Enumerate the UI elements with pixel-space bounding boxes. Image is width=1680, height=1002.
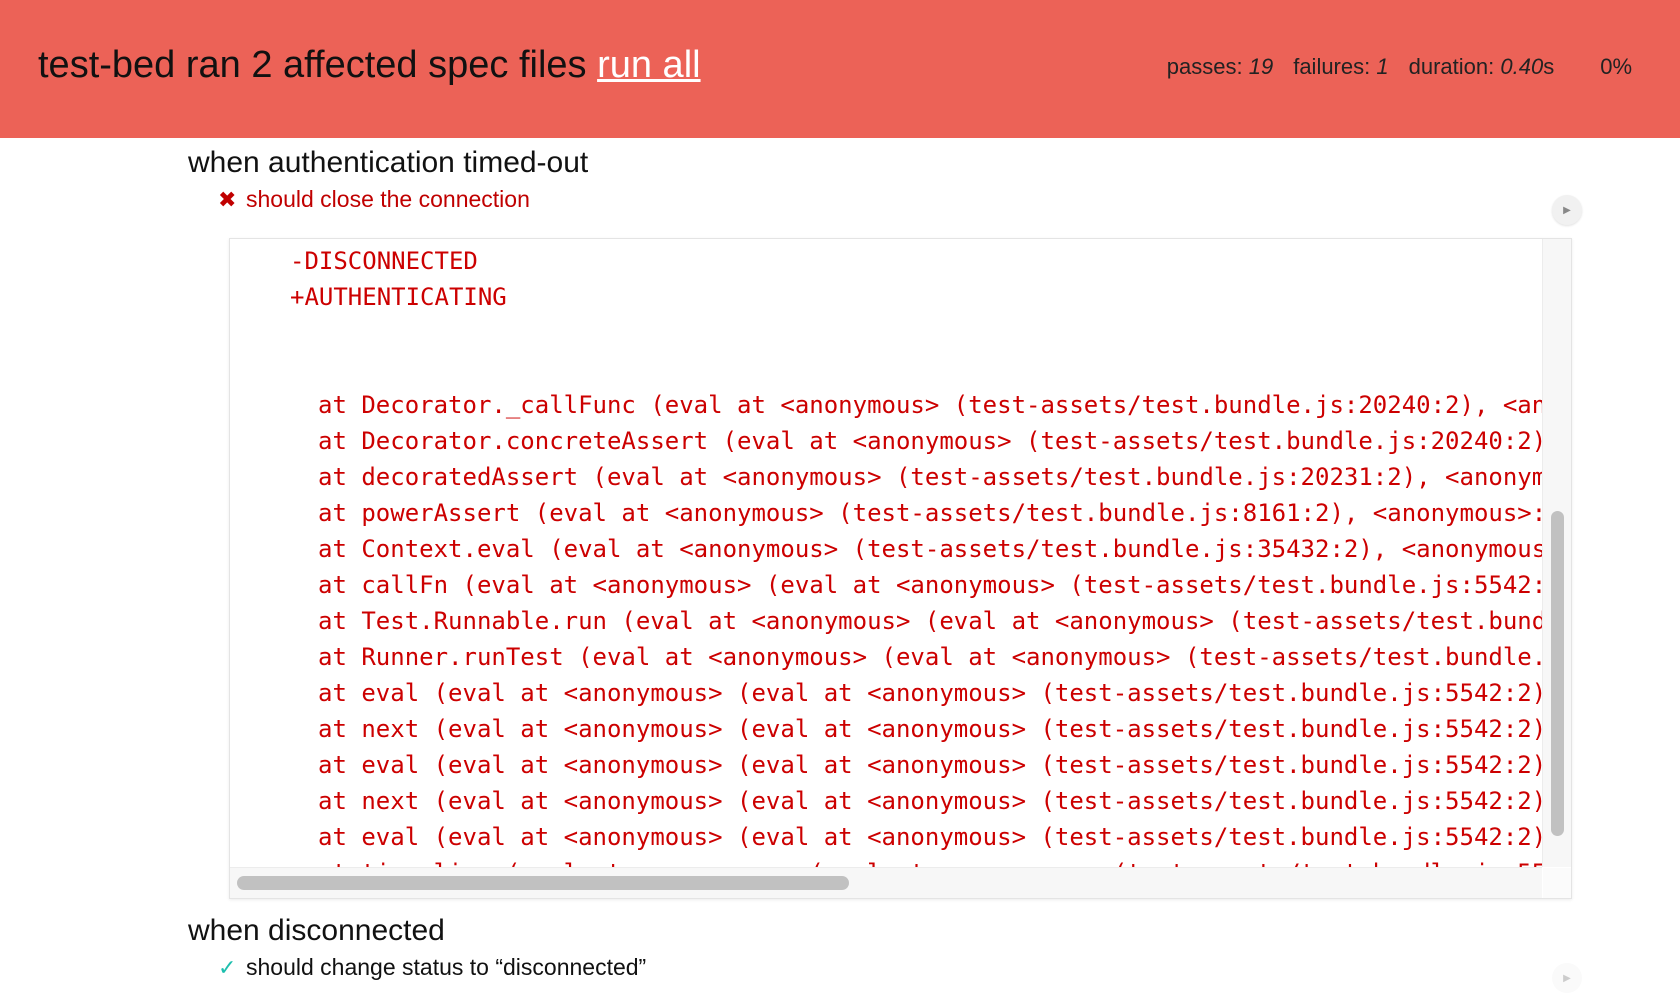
test-item-failed[interactable]: ✖ should close the connection: [218, 186, 530, 213]
fail-x-icon: ✖: [218, 186, 237, 212]
run-all-link[interactable]: run all: [597, 44, 701, 86]
stack-line: at eval (eval at <anonymous> (eval at <a…: [318, 679, 1542, 707]
stack-line: at next (eval at <anonymous> (eval at <a…: [318, 715, 1542, 743]
error-stack-content: -DISCONNECTED +AUTHENTICATING at Decorator…: [230, 239, 1542, 867]
stack-line: at next (eval at <anonymous> (eval at <a…: [318, 787, 1542, 815]
progress-percent: 0%: [1600, 54, 1632, 79]
failures-label: failures:: [1293, 54, 1371, 79]
passes-label: passes:: [1166, 54, 1243, 79]
suite-title: when disconnected: [188, 914, 445, 947]
vertical-scroll-thumb[interactable]: [1551, 511, 1564, 836]
vertical-scrollbar[interactable]: [1542, 239, 1571, 867]
stats-header: test-bed ran 2 affected spec files run a…: [0, 0, 1680, 138]
passes-count: 19: [1248, 54, 1274, 79]
error-stack-panel[interactable]: -DISCONNECTED +AUTHENTICATING at Decorator…: [229, 238, 1572, 899]
stack-line: at Decorator._callFunc (eval at <anonymo…: [318, 391, 1542, 419]
stack-line: at eval (eval at <anonymous> (eval at <a…: [318, 823, 1542, 851]
pass-check-icon: ✓: [218, 954, 237, 980]
error-stack-text: -DISCONNECTED +AUTHENTICATING at Decorator…: [230, 239, 1542, 867]
stack-line: at Runner.runTest (eval at <anonymous> (…: [318, 643, 1542, 671]
stack-line: at Test.Runnable.run (eval at <anonymous…: [318, 607, 1542, 635]
page-title: test-bed ran 2 affected spec files run a…: [38, 44, 701, 87]
horizontal-scrollbar[interactable]: [230, 867, 1542, 898]
stack-line: at callFn (eval at <anonymous> (eval at …: [318, 571, 1542, 599]
suite-title: when authentication timed-out: [188, 146, 589, 179]
scrollbar-corner: [1543, 868, 1571, 898]
duration-stat: duration: 0.40s: [1409, 54, 1555, 80]
failures-count: 1: [1376, 54, 1389, 79]
stack-line: at decoratedAssert (eval at <anonymous> …: [318, 463, 1542, 491]
test-title: should close the connection: [246, 186, 530, 212]
test-title: should change status to “disconnected”: [246, 954, 647, 980]
stack-line: at powerAssert (eval at <anonymous> (tes…: [318, 499, 1542, 527]
stack-line: at eval (eval at <anonymous> (eval at <a…: [318, 751, 1542, 779]
passes-stat: passes: 19: [1167, 54, 1273, 80]
diff-line-added: +AUTHENTICATING: [290, 283, 507, 311]
replay-play-icon[interactable]: ▶: [1552, 963, 1582, 993]
test-item-passed[interactable]: ✓ should change status to “disconnected”: [218, 954, 646, 981]
duration-unit: s: [1543, 54, 1555, 79]
diff-line-removed: -DISCONNECTED: [290, 247, 478, 275]
stack-line: at Context.eval (eval at <anonymous> (te…: [318, 535, 1542, 563]
stats: passes: 19 failures: 1 duration: 0.40s 0…: [1167, 54, 1632, 80]
stack-line: at Decorator.concreteAssert (eval at <an…: [318, 427, 1542, 455]
page-title-text: test-bed ran 2 affected spec files: [38, 44, 587, 86]
stack-line: at timeslice (eval at <anonymous> (eval …: [230, 855, 1542, 867]
horizontal-scroll-thumb[interactable]: [237, 876, 849, 890]
replay-play-icon[interactable]: ▶: [1552, 195, 1582, 225]
duration-value: 0.40: [1500, 54, 1544, 79]
duration-label: duration:: [1408, 54, 1495, 79]
failures-stat: failures: 1: [1293, 54, 1388, 80]
